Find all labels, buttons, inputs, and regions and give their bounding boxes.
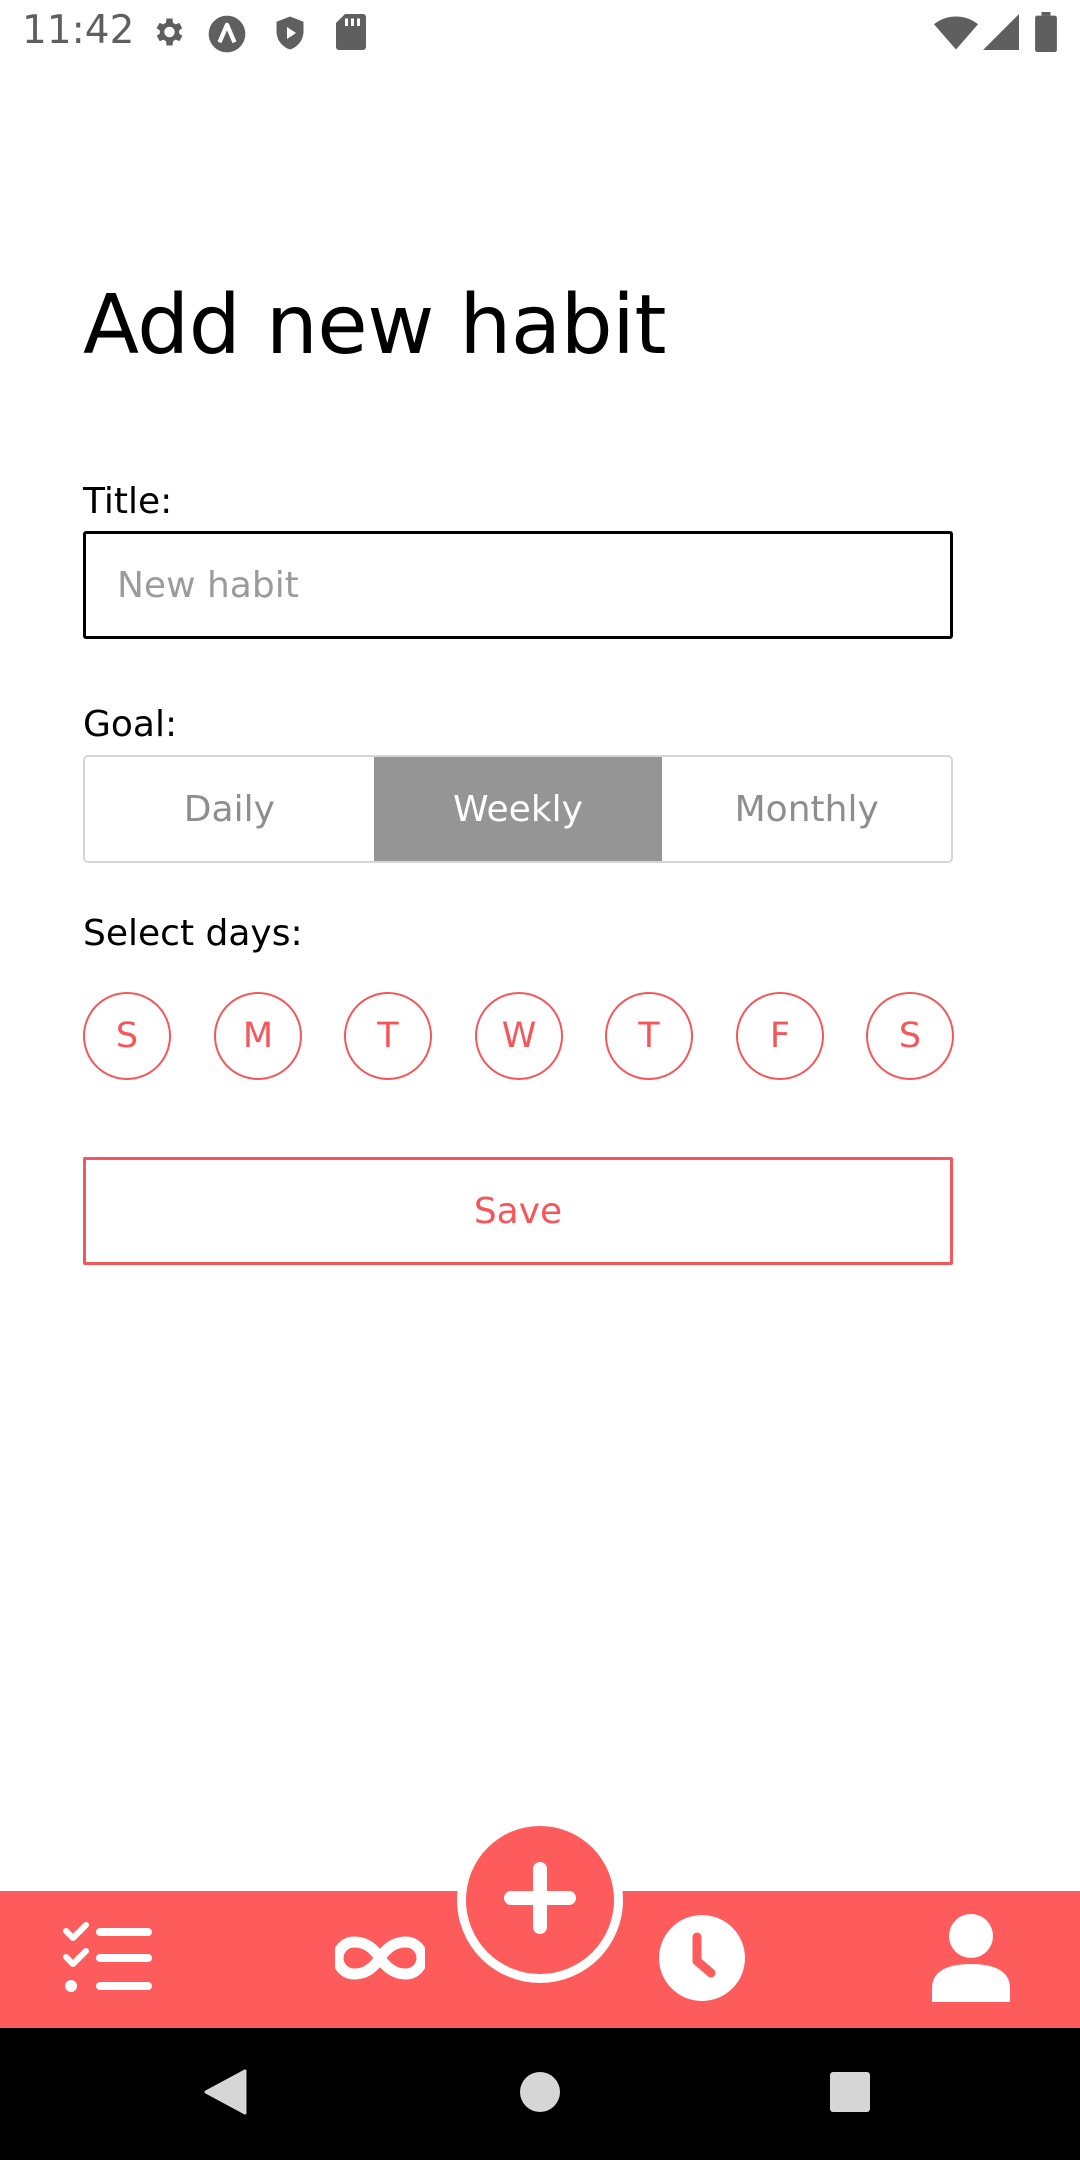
user-icon: [932, 1913, 1010, 2006]
nav-profile[interactable]: [921, 1891, 1021, 2028]
gear-icon: [150, 14, 186, 54]
day-thursday[interactable]: T: [605, 992, 693, 1080]
day-selector: S M T W T F S: [83, 992, 954, 1080]
fab-inner: [466, 1826, 614, 1974]
day-saturday[interactable]: S: [866, 992, 954, 1080]
shield-play-icon: [272, 14, 308, 56]
day-monday[interactable]: M: [214, 992, 302, 1080]
system-nav-bar: [0, 2028, 1080, 2160]
goal-label: Goal:: [83, 704, 178, 745]
nav-habits-list[interactable]: [58, 1891, 158, 2028]
status-bar: 11:42: [0, 0, 1080, 66]
goal-selector: Daily Weekly Monthly: [83, 755, 953, 863]
add-habit-fab[interactable]: [457, 1817, 623, 1983]
back-icon: [203, 2069, 247, 2119]
goal-option-monthly[interactable]: Monthly: [662, 757, 951, 861]
days-label: Select days:: [83, 913, 303, 954]
day-wednesday[interactable]: W: [475, 992, 563, 1080]
goal-option-weekly[interactable]: Weekly: [373, 757, 663, 861]
battery-icon: [1035, 12, 1057, 56]
status-time: 11:42: [22, 8, 135, 53]
back-button[interactable]: [190, 2028, 260, 2160]
checklist-icon: [62, 1921, 154, 1998]
nav-infinite[interactable]: [325, 1891, 435, 2028]
infinity-icon: [332, 1934, 428, 1986]
day-friday[interactable]: F: [736, 992, 824, 1080]
a-circle-icon: [207, 14, 247, 58]
recents-icon: [829, 2071, 871, 2117]
title-input[interactable]: [83, 531, 953, 639]
home-button[interactable]: [505, 2028, 575, 2160]
cell-signal-icon: [982, 14, 1020, 54]
wifi-icon: [934, 16, 978, 54]
clock-icon: [659, 1914, 745, 2005]
home-icon: [519, 2071, 561, 2117]
title-label: Title:: [83, 481, 173, 522]
nav-history[interactable]: [652, 1891, 752, 2028]
add-icon: [500, 1858, 580, 1942]
page-title: Add new habit: [83, 278, 667, 373]
day-sunday[interactable]: S: [83, 992, 171, 1080]
sd-card-icon: [336, 14, 366, 54]
save-button[interactable]: Save: [83, 1157, 953, 1265]
day-tuesday[interactable]: T: [344, 992, 432, 1080]
recents-button[interactable]: [815, 2028, 885, 2160]
goal-option-daily[interactable]: Daily: [85, 757, 374, 861]
